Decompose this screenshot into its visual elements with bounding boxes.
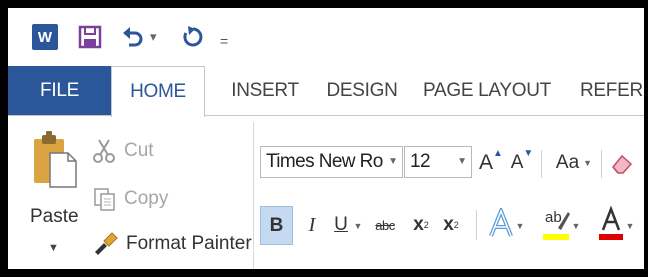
change-case-chevron-icon: ▼ <box>583 158 593 168</box>
bold-button[interactable]: B <box>260 206 293 245</box>
underline-button[interactable]: U <box>330 208 352 242</box>
format-painter-button[interactable]: Format Painter <box>92 229 252 259</box>
text-effects-icon <box>489 208 513 237</box>
scissors-icon <box>93 139 115 163</box>
shrink-font-button[interactable]: A ▼ <box>510 148 534 178</box>
customize-qat-icon[interactable]: = <box>220 26 234 56</box>
copy-label: Copy <box>124 188 169 209</box>
shrink-font-arrow-icon: ▼ <box>523 148 534 159</box>
highlight-dropdown-icon[interactable]: ▼ <box>570 216 582 236</box>
font-color-button[interactable] <box>598 204 624 244</box>
text-effects-dropdown-icon[interactable]: ▼ <box>514 216 526 236</box>
copy-icon <box>94 188 115 211</box>
copy-button[interactable]: Copy <box>92 184 168 214</box>
grow-font-arrow-icon: ▲ <box>493 148 503 159</box>
font-divider <box>476 210 477 240</box>
superscript-button[interactable]: x2 <box>438 208 464 242</box>
home-ribbon: Paste ▼ Cut Copy Format Painter Times Ne… <box>8 116 644 269</box>
tab-design[interactable]: DESIGN <box>322 66 402 116</box>
word-logo-letter: W <box>37 28 53 46</box>
redo-icon <box>183 26 203 47</box>
eraser-icon <box>612 154 633 174</box>
paste-icon <box>34 131 77 188</box>
group-divider <box>253 122 254 269</box>
grow-font-button[interactable]: A ▲ <box>478 148 504 178</box>
highlighter-icon: ab <box>543 209 570 240</box>
clear-formatting-button[interactable] <box>608 148 636 178</box>
cut-button[interactable]: Cut <box>92 136 154 166</box>
subscript-button[interactable]: x2 <box>408 208 434 242</box>
paste-dropdown-icon[interactable]: ▼ <box>48 242 59 254</box>
customize-qat-glyph: = <box>220 33 229 49</box>
change-case-label: Aa <box>555 152 580 173</box>
tab-home[interactable]: HOME <box>111 66 205 117</box>
paste-label[interactable]: Paste <box>30 206 79 228</box>
font-name-chevron-icon[interactable]: ▼ <box>388 156 398 167</box>
highlight-button[interactable]: ab <box>542 204 570 244</box>
font-size-dropdown[interactable]: 12 ▼ <box>404 146 472 178</box>
redo-button[interactable] <box>180 22 206 52</box>
superscript-mark: 2 <box>453 220 459 230</box>
format-painter-label: Format Painter <box>126 233 252 254</box>
subscript-mark: 2 <box>423 220 429 230</box>
font-divider <box>601 150 602 178</box>
format-painter-icon <box>95 232 118 255</box>
change-case-button[interactable]: Aa ▼ <box>550 148 598 178</box>
strikethrough-button[interactable]: abc <box>368 210 402 240</box>
undo-dropdown-icon[interactable]: ▾ <box>150 29 157 45</box>
superscript-label: x <box>443 214 454 235</box>
font-name-dropdown[interactable]: Times New Ro ▼ <box>260 146 403 178</box>
font-divider <box>541 150 542 178</box>
word-logo-icon[interactable]: W <box>32 24 58 50</box>
shrink-font-glyph: A <box>510 152 524 173</box>
tab-page-layout[interactable]: PAGE LAYOUT <box>420 66 554 116</box>
ribbon-tabs: FILE HOME INSERT DESIGN PAGE LAYOUT REFE… <box>8 66 644 117</box>
tab-insert[interactable]: INSERT <box>220 66 310 116</box>
quick-access-toolbar: W ▾ = <box>8 8 644 66</box>
tab-file[interactable]: FILE <box>8 66 111 116</box>
paste-button[interactable] <box>32 131 78 189</box>
svg-text:ab: ab <box>545 209 562 226</box>
italic-button[interactable]: I <box>300 208 324 242</box>
text-effects-button[interactable] <box>488 206 514 242</box>
font-color-icon <box>599 205 623 240</box>
tab-references[interactable]: REFERE <box>580 66 644 116</box>
font-size-chevron-icon[interactable]: ▼ <box>457 156 467 167</box>
font-color-dropdown-icon[interactable]: ▼ <box>624 216 636 236</box>
font-name-value: Times New Ro <box>266 151 383 172</box>
undo-icon <box>123 27 143 47</box>
font-size-value: 12 <box>410 151 430 172</box>
underline-dropdown-icon[interactable]: ▼ <box>352 216 364 236</box>
undo-button[interactable]: ▾ <box>120 22 166 52</box>
save-icon[interactable] <box>78 25 102 49</box>
grow-font-glyph: A <box>479 151 494 174</box>
cut-label: Cut <box>124 140 154 161</box>
subscript-label: x <box>413 214 424 235</box>
word-window: W ▾ = FILE HOME INSERT DESIGN PAGE LAYOU… <box>0 0 648 277</box>
